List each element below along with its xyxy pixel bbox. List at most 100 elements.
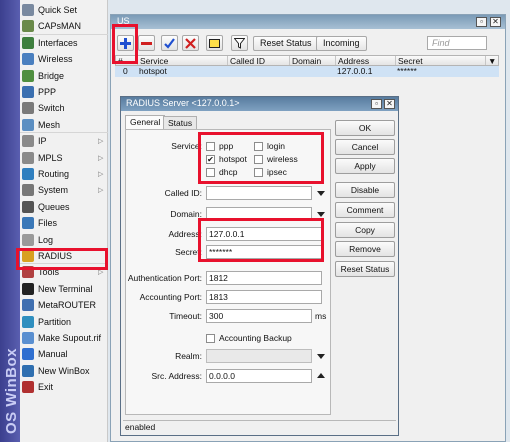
copy-button[interactable]: Copy [335, 222, 395, 238]
auth-port-field[interactable]: 1812 [206, 271, 322, 285]
sidebar-item-make-supout-rif[interactable]: Make Supout.rif [20, 330, 108, 346]
sidebar-item-system[interactable]: System ▷ [20, 182, 108, 198]
antenna-icon [22, 20, 34, 33]
secret-field[interactable]: ******* [206, 245, 322, 259]
close-icon[interactable]: ✕ [384, 99, 395, 109]
terminal-icon [22, 282, 34, 295]
row-service: hotspot [139, 66, 167, 76]
reset-status-button[interactable]: Reset Status [335, 261, 395, 277]
disable-button[interactable] [182, 35, 199, 51]
column-menu-icon[interactable]: ▼ [486, 56, 498, 65]
sidebar-item-label: Quick Set [38, 5, 78, 15]
service-hotspot-label: hotspot [219, 154, 247, 164]
sidebar-item-radius[interactable]: RADIUS [20, 248, 108, 264]
sidebar-item-bridge[interactable]: Bridge [20, 68, 108, 84]
reset-status-button[interactable]: Reset Status [253, 36, 319, 51]
chevron-down-icon[interactable] [317, 354, 325, 359]
service-login-checkbox[interactable] [254, 142, 263, 151]
supout-icon [22, 332, 34, 344]
check-icon [164, 37, 175, 49]
manual-icon [22, 348, 34, 361]
sidebar-item-ppp[interactable]: PPP [20, 84, 108, 100]
radius-window-titlebar[interactable]: US ▫ ✕ [111, 15, 505, 29]
accounting-backup-label: Accounting Backup [219, 333, 292, 343]
address-field[interactable]: 127.0.0.1 [206, 227, 322, 241]
service-ppp-checkbox[interactable] [206, 142, 215, 151]
radius-server-dialog: RADIUS Server <127.0.0.1> ▫ ✕ General St… [120, 96, 399, 436]
find-input[interactable]: Find [427, 36, 487, 50]
chevron-down-icon[interactable] [317, 191, 325, 196]
restore-icon[interactable]: ▫ [476, 17, 487, 27]
sidebar-item-mpls[interactable]: MPLS ▷ [20, 150, 108, 166]
restore-icon[interactable]: ▫ [371, 99, 382, 109]
sidebar-item-log[interactable]: Log [20, 232, 108, 248]
sidebar-item-partition[interactable]: Partition [20, 314, 108, 330]
column-header[interactable]: Domain [290, 56, 336, 65]
src-address-field[interactable]: 0.0.0.0 [206, 369, 312, 383]
sidebar-item-queues[interactable]: Queues [20, 199, 108, 215]
sidebar-item-wireless[interactable]: Wireless [20, 51, 108, 67]
chevron-down-icon[interactable] [317, 212, 325, 217]
remove-button[interactable] [138, 35, 155, 51]
column-header[interactable]: # [116, 56, 138, 65]
called-id-field[interactable] [206, 186, 312, 200]
close-icon[interactable]: ✕ [490, 17, 501, 27]
accounting-backup-checkbox[interactable] [206, 334, 215, 343]
realm-field[interactable] [206, 349, 312, 363]
service-wireless-checkbox[interactable] [254, 155, 263, 164]
sidebar-item-new-winbox[interactable]: New WinBox [20, 363, 108, 379]
cancel-button[interactable]: Cancel [335, 139, 395, 155]
sidebar-item-files[interactable]: Files [20, 215, 108, 231]
column-header[interactable]: Service [138, 56, 228, 65]
submenu-arrow-icon: ▷ [98, 187, 104, 195]
comment-button[interactable]: Comment [335, 202, 395, 218]
disable-button[interactable]: Disable [335, 182, 395, 198]
sidebar-item-label: IP [38, 136, 47, 147]
sidebar-item-label: Routing [38, 169, 70, 179]
mesh-icon [22, 118, 34, 131]
sidebar-item-label: Files [38, 218, 58, 229]
sidebar-item-interfaces[interactable]: Interfaces [20, 35, 108, 51]
timeout-field[interactable]: 300 [206, 309, 312, 323]
column-header[interactable]: Address [336, 56, 396, 65]
sidebar-item-manual[interactable]: Manual [20, 346, 108, 362]
service-ipsec-checkbox[interactable] [254, 168, 263, 177]
minus-icon [141, 41, 152, 45]
domain-field[interactable] [206, 207, 312, 221]
sidebar-item-label: Mesh [38, 119, 61, 130]
add-button[interactable] [117, 35, 134, 51]
table-row[interactable]: 0 hotspot 127.0.0.1 ****** [115, 66, 499, 77]
sidebar-item-capsman[interactable]: CAPsMAN [20, 18, 108, 34]
sidebar-item-mesh[interactable]: Mesh [20, 117, 108, 133]
column-header[interactable]: Called ID [228, 56, 290, 65]
sidebar-item-exit[interactable]: Exit [20, 379, 108, 395]
enable-button[interactable] [161, 35, 178, 51]
chevron-up-icon[interactable] [317, 373, 325, 378]
sidebar-menu: Quick Set CAPsMAN Interfaces Wireless Bridge… [20, 0, 108, 442]
acct-port-field[interactable]: 1813 [206, 290, 322, 304]
brand-strip: OS WinBox [0, 0, 20, 442]
tab-general[interactable]: General [125, 115, 166, 130]
sidebar-item-metarouter[interactable]: MetaROUTER [20, 297, 108, 313]
ok-button[interactable]: OK [335, 120, 395, 136]
service-dhcp-checkbox[interactable] [206, 168, 215, 177]
sidebar-item-ip[interactable]: IP ▷ [20, 133, 108, 149]
tab-status[interactable]: Status [163, 116, 198, 130]
timeout-unit: ms [315, 311, 327, 321]
apply-button[interactable]: Apply [335, 158, 395, 174]
remove-button[interactable]: Remove [335, 241, 395, 257]
plus-icon [120, 37, 131, 49]
sidebar-item-switch[interactable]: Switch [20, 100, 108, 116]
comment-button[interactable] [206, 35, 223, 51]
sidebar-item-new-terminal[interactable]: New Terminal [20, 281, 108, 297]
sidebar-item-tools[interactable]: Tools ▷ [20, 264, 108, 280]
column-header[interactable]: Secret [396, 56, 486, 65]
tools-icon [22, 266, 34, 279]
sidebar-item-quick-set[interactable]: Quick Set [20, 2, 108, 18]
incoming-button[interactable]: Incoming [316, 36, 367, 51]
dialog-titlebar[interactable]: RADIUS Server <127.0.0.1> ▫ ✕ [121, 97, 398, 111]
filter-button[interactable] [231, 35, 248, 51]
service-hotspot-checkbox[interactable]: ✔ [206, 155, 215, 164]
sidebar-item-routing[interactable]: Routing ▷ [20, 166, 108, 182]
service-ipsec-label: ipsec [267, 167, 287, 177]
